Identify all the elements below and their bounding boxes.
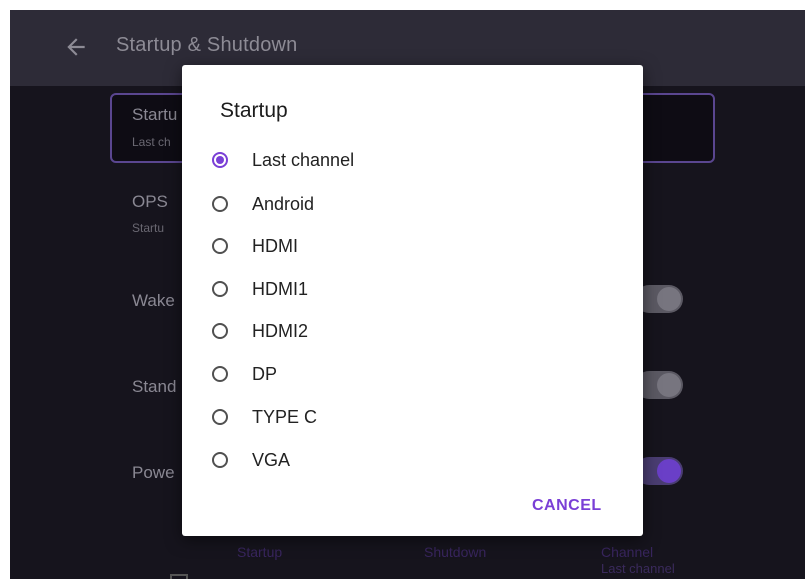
- option-type-c[interactable]: TYPE C: [182, 398, 643, 438]
- radio-unchecked-icon[interactable]: [212, 281, 228, 297]
- radio-checked-icon[interactable]: [212, 152, 228, 168]
- startup-dialog: Startup Last channel Android HDMI HDMI1 …: [182, 65, 643, 536]
- page-title: Startup & Shutdown: [116, 34, 298, 56]
- option-hdmi[interactable]: HDMI: [182, 227, 643, 267]
- wake-row-title: Wake: [132, 291, 175, 310]
- screen: Startup & Shutdown Startu Last ch OPS St…: [10, 10, 805, 579]
- radio-unchecked-icon[interactable]: [212, 238, 228, 254]
- standby-row-title: Stand: [132, 377, 177, 396]
- radio-unchecked-icon[interactable]: [212, 366, 228, 382]
- radio-unchecked-icon[interactable]: [212, 196, 228, 212]
- footer-channel-value: Last channel: [601, 561, 675, 576]
- option-label: TYPE C: [252, 407, 318, 427]
- footer-startup-label: Startup: [237, 544, 283, 560]
- option-label: Last channel: [252, 150, 355, 170]
- ops-row-title[interactable]: OPS: [132, 192, 168, 212]
- option-dp[interactable]: DP: [182, 355, 643, 395]
- footer-shutdown-label: Shutdown: [424, 544, 487, 560]
- toggle-knob: [657, 373, 681, 397]
- startup-row-title: Startu: [132, 105, 178, 124]
- cancel-button[interactable]: CANCEL: [526, 493, 608, 523]
- startup-row-subtitle: Last ch: [132, 135, 171, 149]
- option-android[interactable]: Android: [182, 185, 643, 225]
- option-hdmi1[interactable]: HDMI1: [182, 270, 643, 310]
- option-label: DP: [252, 364, 278, 384]
- radio-unchecked-icon[interactable]: [212, 323, 228, 339]
- option-label: Android: [252, 194, 315, 214]
- toggle-knob: [657, 459, 681, 483]
- option-hdmi2[interactable]: HDMI2: [182, 312, 643, 352]
- radio-unchecked-icon[interactable]: [212, 409, 228, 425]
- option-label: VGA: [252, 450, 291, 470]
- power-row-title: Powe: [132, 463, 175, 482]
- option-vga[interactable]: VGA: [182, 441, 643, 481]
- ops-row-subtitle: Startu: [132, 221, 165, 235]
- option-label: HDMI: [252, 236, 298, 256]
- dialog-title: Startup: [220, 99, 288, 122]
- toggle-knob: [657, 287, 681, 311]
- back-arrow-icon[interactable]: [63, 34, 89, 60]
- footer-channel-label: Channel: [601, 544, 654, 560]
- option-last-channel[interactable]: Last channel: [182, 141, 643, 181]
- option-label: HDMI2: [252, 321, 309, 341]
- option-label: HDMI1: [252, 279, 309, 299]
- radio-unchecked-icon[interactable]: [212, 452, 228, 468]
- checkbox-icon[interactable]: [170, 574, 188, 579]
